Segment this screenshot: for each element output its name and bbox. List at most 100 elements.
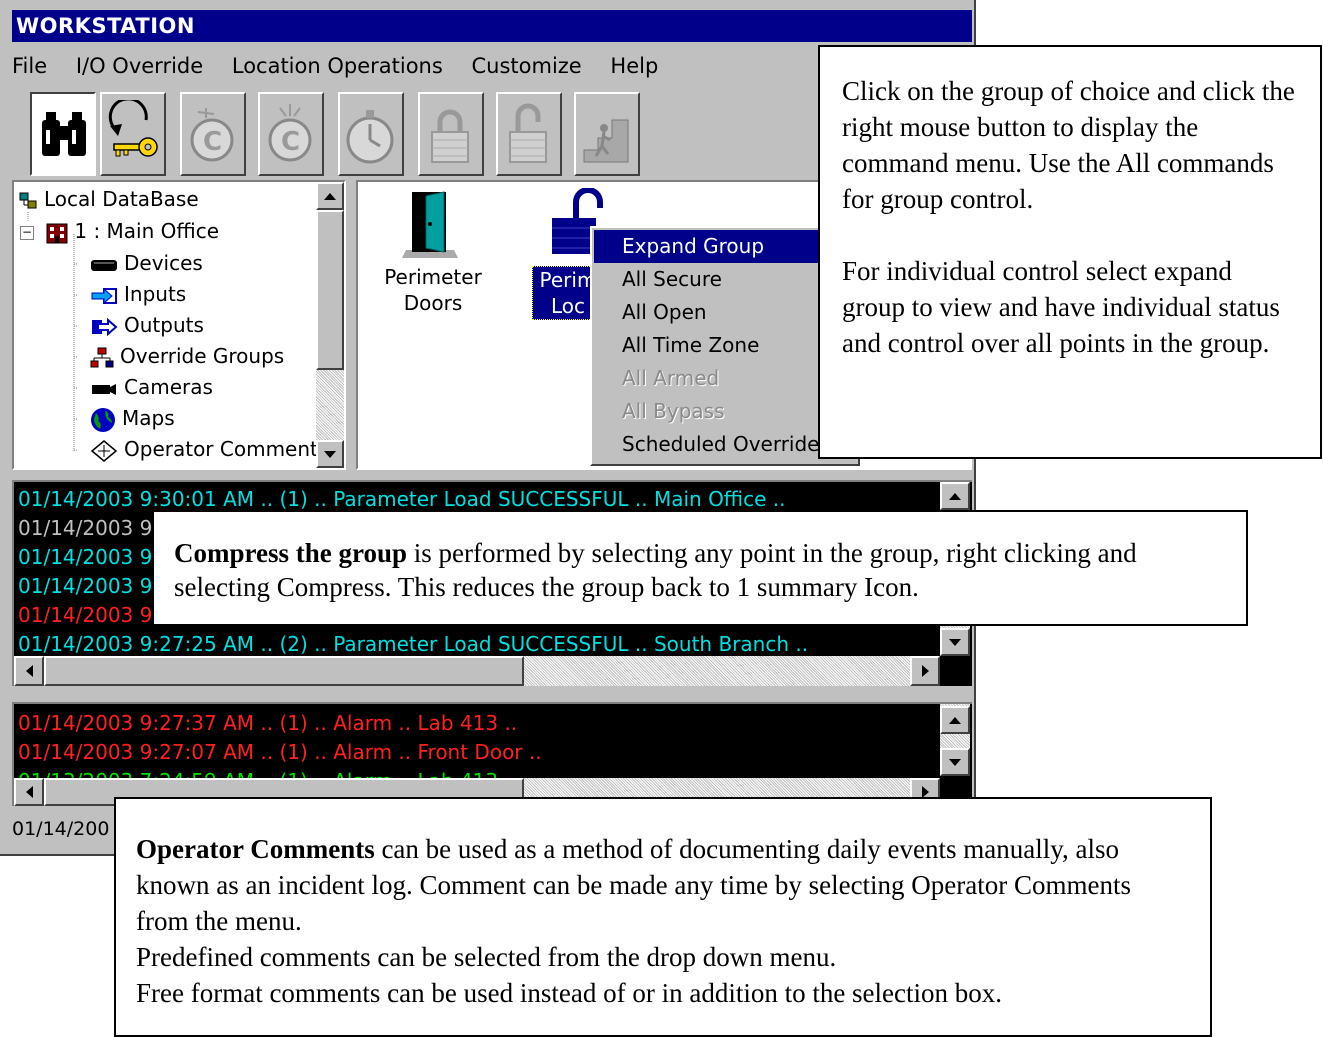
- menu-item-all-time-zone[interactable]: All Time Zone: [594, 329, 856, 362]
- exit-door-icon: [583, 119, 629, 163]
- compress-group-callout: Compress the group is performed by selec…: [152, 510, 1248, 626]
- arrow-up-icon: [949, 716, 961, 724]
- menu-location-operations[interactable]: Location Operations: [232, 48, 443, 84]
- event-log-line[interactable]: 01/14/2003 9: [18, 542, 152, 572]
- callout-paragraph: For individual control select expand gro…: [842, 256, 1280, 358]
- database-tree-icon: [19, 192, 37, 208]
- event-log-line[interactable]: 01/14/2003 9:27:25 AM .. (2) .. Paramete…: [18, 629, 808, 659]
- tree-item-label: Operator Comment: [124, 437, 318, 461]
- tree-item-label: Inputs: [124, 282, 187, 306]
- secure-button[interactable]: [418, 92, 484, 176]
- tree-item-cameras[interactable]: Cameras: [90, 372, 213, 402]
- alarm-log-line[interactable]: 01/14/2003 9:27:37 AM .. (1) .. Alarm ..…: [18, 708, 517, 738]
- menu-customize[interactable]: Customize: [472, 48, 582, 84]
- arrow-down-icon: [949, 758, 961, 766]
- tree-scroll-thumb[interactable]: [316, 210, 344, 370]
- acknowledge-button[interactable]: [100, 92, 166, 176]
- find-button[interactable]: [30, 92, 96, 176]
- clock-c-flash-icon: C: [268, 104, 312, 162]
- exit-button[interactable]: [574, 92, 640, 176]
- time-zone-button[interactable]: C: [180, 92, 246, 176]
- event-log-line[interactable]: 01/14/2003 9: [18, 571, 152, 601]
- alarm-log-line[interactable]: 01/14/2003 9:27:07 AM .. (1) .. Alarm ..…: [18, 737, 542, 767]
- menu-file[interactable]: File: [12, 48, 47, 84]
- globe-icon: [91, 407, 115, 432]
- callout-bold-heading: Compress the group: [174, 538, 408, 568]
- timer-button[interactable]: [338, 92, 404, 176]
- menu-help[interactable]: Help: [610, 48, 658, 84]
- tree-scroll-up-button[interactable]: [316, 182, 344, 210]
- tree-item-override-groups[interactable]: Override Groups: [90, 341, 284, 371]
- event-log-line[interactable]: 01/14/2003 9: [18, 600, 152, 630]
- callout-text: Free format comments can be used instead…: [136, 978, 1003, 1008]
- event-scroll-down-button[interactable]: [940, 628, 970, 656]
- alarm-scroll-left-button[interactable]: [14, 778, 44, 806]
- operator-comments-callout: Operator Comments can be used as a metho…: [114, 797, 1212, 1037]
- status-bar-text: 01/14/200: [12, 818, 110, 840]
- arrow-up-icon: [949, 492, 961, 500]
- tree-site-main-office[interactable]: − 1 : Main Office: [20, 216, 219, 246]
- time-zone-flash-button[interactable]: C: [258, 92, 324, 176]
- open-button[interactable]: [496, 92, 562, 176]
- event-scroll-right-button[interactable]: [910, 656, 940, 686]
- perimeter-doors-group[interactable]: Perimeter Doors: [378, 188, 488, 318]
- menu-item-all-open[interactable]: All Open: [594, 296, 856, 329]
- menu-item-expand-group[interactable]: Expand Group: [594, 230, 856, 263]
- key-return-icon: [108, 100, 158, 157]
- window-title-bar[interactable]: WORKSTATION: [12, 10, 972, 42]
- menu-item-all-bypass: All Bypass: [622, 399, 725, 423]
- arrow-left-icon: [25, 786, 33, 798]
- clock-c-icon: C: [190, 108, 234, 162]
- callout-paragraph: Click on the group of choice and click t…: [842, 76, 1295, 214]
- event-hscroll-thumb[interactable]: [44, 656, 524, 686]
- arrow-up-icon: [324, 192, 336, 200]
- window-title: WORKSTATION: [16, 14, 195, 38]
- group-commands-callout: Click on the group of choice and click t…: [818, 45, 1322, 459]
- collapse-box-icon[interactable]: −: [20, 225, 34, 240]
- camera-icon: [92, 383, 116, 395]
- tree-root[interactable]: Local DataBase: [18, 184, 199, 214]
- tree-item-operator-comment[interactable]: Operator Comment: [90, 434, 318, 464]
- svg-text:C: C: [281, 127, 300, 157]
- input-arrow-icon: [91, 287, 117, 304]
- building-icon: [46, 223, 68, 243]
- padlock-open-icon: [509, 103, 547, 163]
- tree-item-outputs[interactable]: Outputs: [90, 310, 204, 340]
- location-tree: Local DataBase − 1 : Main Office Devices: [12, 180, 346, 470]
- alarm-scroll-down-button[interactable]: [940, 748, 970, 776]
- tree-site-label: 1 : Main Office: [74, 219, 220, 243]
- menu-item-scheduled-overrides[interactable]: Scheduled Overrides: [594, 428, 856, 461]
- callout-text: Predefined comments can be selected from…: [136, 942, 837, 972]
- menu-item-all-secure[interactable]: All Secure: [594, 263, 856, 296]
- override-groups-icon: [90, 347, 114, 367]
- menu-io-override[interactable]: I/O Override: [76, 48, 203, 84]
- perimeter-doors-label-2: Doors: [403, 291, 463, 315]
- arrow-right-icon: [921, 665, 929, 677]
- callout-bold-heading: Operator Comments: [136, 834, 375, 864]
- tree-connectors: [27, 212, 78, 452]
- svg-text:C: C: [203, 127, 222, 157]
- binoculars-icon: [42, 112, 86, 156]
- tree-item-label: Cameras: [124, 375, 213, 399]
- tree-item-label: Devices: [124, 251, 203, 275]
- tree-item-maps[interactable]: Maps: [90, 403, 175, 433]
- menu-bar: File I/O Override Location Operations Cu…: [12, 48, 680, 84]
- alarm-scroll-up-button[interactable]: [940, 706, 970, 734]
- arrow-down-icon: [324, 450, 336, 458]
- operator-comment-icon: [90, 439, 118, 462]
- tree-item-label: Override Groups: [120, 344, 285, 368]
- tree-root-label: Local DataBase: [44, 187, 199, 211]
- tree-item-devices[interactable]: Devices: [90, 248, 203, 278]
- event-log-line[interactable]: 01/14/2003 9: [18, 513, 152, 543]
- menu-item-all-armed: All Armed: [622, 366, 720, 390]
- device-icon: [91, 259, 117, 271]
- alarm-log-pane: 01/14/2003 9:27:37 AM .. (1) .. Alarm ..…: [12, 702, 972, 806]
- arrow-left-icon: [25, 665, 33, 677]
- tree-item-inputs[interactable]: Inputs: [90, 279, 186, 309]
- event-scroll-left-button[interactable]: [14, 656, 44, 686]
- tree-item-label: Outputs: [124, 313, 204, 337]
- tree-scroll-down-button[interactable]: [316, 440, 344, 468]
- stopwatch-icon: [346, 110, 394, 164]
- padlock-closed-icon: [431, 109, 469, 163]
- event-scroll-up-button[interactable]: [940, 482, 970, 510]
